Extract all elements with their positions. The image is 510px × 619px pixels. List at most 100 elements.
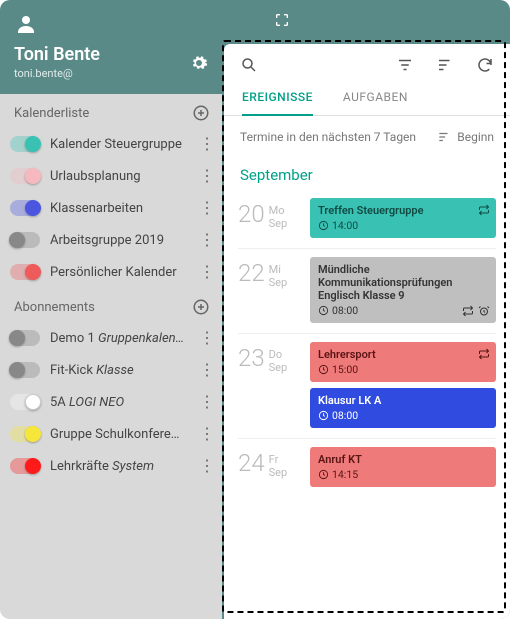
main-area: EREIGNISSE AUFGABEN Termine in den nächs… xyxy=(222,0,510,619)
event-column: Mündliche Kommunikationsprüfungen Englis… xyxy=(310,257,496,323)
event-time: 15:00 xyxy=(318,363,488,376)
calendar-item: Lehrkräfte System⋮ xyxy=(0,450,222,482)
event-card[interactable]: Klausur LK A 08:00 xyxy=(310,388,496,428)
calendar-menu-icon[interactable]: ⋮ xyxy=(198,394,216,410)
calendar-toggle[interactable] xyxy=(10,264,40,280)
calendar-menu-icon[interactable]: ⋮ xyxy=(198,136,216,152)
month-heading: September xyxy=(224,150,510,190)
clock-icon xyxy=(318,220,329,231)
date-txt: FrSep xyxy=(269,451,288,479)
calendar-toggle[interactable] xyxy=(10,394,40,410)
event-column: Treffen Steuergruppe14:00 xyxy=(310,198,496,238)
calendar-item: Persönlicher Kalender⋮ xyxy=(0,256,222,288)
clock-icon xyxy=(318,364,329,375)
calendar-item: 5A LOGI NEO⋮ xyxy=(0,386,222,418)
date-txt: DoSep xyxy=(269,346,288,374)
alarm-icon xyxy=(478,305,490,317)
section-head-subs: Abonnements xyxy=(0,288,222,322)
event-title: Lehrersport xyxy=(318,348,488,361)
date-txt: MiSep xyxy=(269,261,288,289)
date-num: 20 xyxy=(238,202,265,226)
calendar-toggle[interactable] xyxy=(10,168,40,184)
date-num: 23 xyxy=(238,346,265,370)
add-subscription-icon[interactable] xyxy=(192,298,210,316)
panel-toolbar xyxy=(224,44,510,82)
search-icon[interactable] xyxy=(240,56,258,74)
panel-tabs: EREIGNISSE AUFGABEN xyxy=(224,82,510,116)
expand-icon[interactable] xyxy=(274,12,290,28)
sort-icon[interactable] xyxy=(436,56,454,74)
event-title: Anruf KT xyxy=(318,453,488,466)
calendar-toggle[interactable] xyxy=(10,330,40,346)
event-card[interactable]: Mündliche Kommunikationsprüfungen Englis… xyxy=(310,257,496,323)
add-calendar-icon[interactable] xyxy=(192,104,210,122)
event-card[interactable]: Anruf KT 14:15 xyxy=(310,447,496,487)
day-row: 24FrSep Anruf KT 14:15 xyxy=(238,439,496,497)
calendar-label: Kalender Steuergruppe xyxy=(50,137,198,152)
calendar-label: 5A LOGI NEO xyxy=(50,395,198,410)
event-badges xyxy=(478,348,490,360)
sort-small-icon[interactable] xyxy=(437,130,451,144)
calendar-label: Urlaubsplanung xyxy=(50,169,198,184)
event-time: 14:15 xyxy=(318,468,488,481)
event-time: 14:00 xyxy=(318,219,488,232)
subhead-right: Beginn xyxy=(457,130,494,144)
section-label: Kalenderliste xyxy=(14,106,89,121)
user-header: Toni Bente toni.bente@ xyxy=(0,0,222,94)
calendar-item: Gruppe Schulkonfere…⋮ xyxy=(0,418,222,450)
calendar-list: Kalender Steuergruppe⋮Urlaubsplanung⋮Kla… xyxy=(0,128,222,288)
calendar-label: Persönlicher Kalender xyxy=(50,265,198,280)
day-row: 22MiSepMündliche Kommunikationsprüfungen… xyxy=(238,249,496,334)
section-head-calendars: Kalenderliste xyxy=(0,94,222,128)
user-email: toni.bente@ xyxy=(14,67,208,80)
repeat-icon xyxy=(478,348,490,360)
calendar-menu-icon[interactable]: ⋮ xyxy=(198,458,216,474)
calendar-menu-icon[interactable]: ⋮ xyxy=(198,426,216,442)
calendar-menu-icon[interactable]: ⋮ xyxy=(198,200,216,216)
subhead-text: Termine in den nächsten 7 Tagen xyxy=(240,130,416,144)
tab-events[interactable]: EREIGNISSE xyxy=(242,90,313,116)
calendar-toggle[interactable] xyxy=(10,458,40,474)
event-badges xyxy=(462,305,490,317)
event-time: 08:00 xyxy=(318,409,488,422)
panel-subhead: Termine in den nächsten 7 Tagen Beginn xyxy=(224,116,510,150)
calendar-menu-icon[interactable]: ⋮ xyxy=(198,232,216,248)
calendar-menu-icon[interactable]: ⋮ xyxy=(198,168,216,184)
clock-icon xyxy=(318,469,329,480)
repeat-icon xyxy=(478,204,490,216)
date-txt: MoSep xyxy=(269,202,288,230)
calendar-menu-icon[interactable]: ⋮ xyxy=(198,264,216,280)
date-column: 22MiSep xyxy=(238,257,300,323)
calendar-toggle[interactable] xyxy=(10,200,40,216)
calendar-item: Kalender Steuergruppe⋮ xyxy=(0,128,222,160)
calendar-toggle[interactable] xyxy=(10,136,40,152)
filter-icon[interactable] xyxy=(396,56,414,74)
calendar-item: Fit-Kick Klasse⋮ xyxy=(0,354,222,386)
calendar-toggle[interactable] xyxy=(10,362,40,378)
calendar-label: Fit-Kick Klasse xyxy=(50,363,198,378)
calendar-label: Demo 1 Gruppenkalen… xyxy=(50,331,198,346)
events-list: 20MoSepTreffen Steuergruppe14:0022MiSepM… xyxy=(224,190,510,507)
refresh-icon[interactable] xyxy=(476,56,494,74)
event-card[interactable]: Treffen Steuergruppe14:00 xyxy=(310,198,496,238)
calendar-label: Arbeitsgruppe 2019 xyxy=(50,233,198,248)
clock-icon xyxy=(318,305,329,316)
repeat-icon xyxy=(462,305,474,317)
event-card[interactable]: Lehrersport 15:00 xyxy=(310,342,496,382)
sidebar: Toni Bente toni.bente@ Kalenderliste Kal… xyxy=(0,0,222,619)
calendar-toggle[interactable] xyxy=(10,426,40,442)
event-title: Klausur LK A xyxy=(318,394,488,407)
calendar-label: Gruppe Schulkonfere… xyxy=(50,427,198,442)
date-column: 20MoSep xyxy=(238,198,300,238)
event-column: Anruf KT 14:15 xyxy=(310,447,496,487)
calendar-menu-icon[interactable]: ⋮ xyxy=(198,330,216,346)
gear-icon[interactable] xyxy=(190,54,208,72)
calendar-menu-icon[interactable]: ⋮ xyxy=(198,362,216,378)
calendar-toggle[interactable] xyxy=(10,232,40,248)
calendar-label: Lehrkräfte System xyxy=(50,459,198,474)
day-row: 23DoSep Lehrersport 15:00 Klausur LK A 08:00 xyxy=(238,334,496,439)
calendar-item: Demo 1 Gruppenkalen…⋮ xyxy=(0,322,222,354)
date-num: 24 xyxy=(238,451,265,475)
clock-icon xyxy=(318,410,329,421)
tab-tasks[interactable]: AUFGABEN xyxy=(343,90,408,115)
